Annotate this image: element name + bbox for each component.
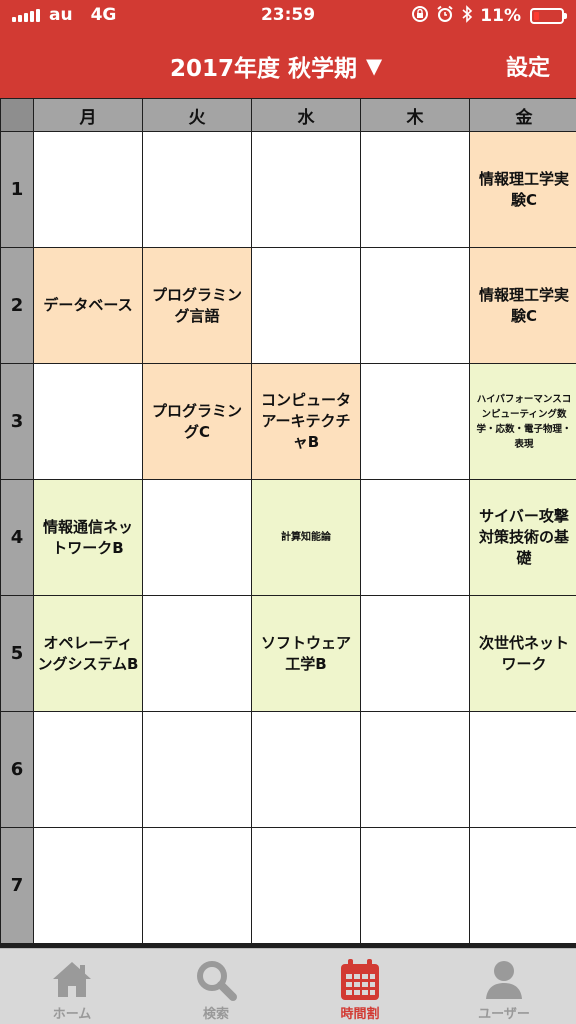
timetable-cell[interactable] — [143, 828, 251, 943]
settings-button[interactable]: 設定 — [506, 50, 550, 82]
timetable-cell[interactable] — [143, 712, 251, 827]
period-label: 4 — [1, 480, 33, 595]
tab-label: ホーム — [52, 1007, 92, 1022]
timetable-grid: 月 火 水 木 金 1 情報理工学実験C 2 データベース プログラミング言語 … — [0, 98, 576, 948]
timetable-cell[interactable] — [143, 596, 251, 711]
timetable-cell[interactable] — [361, 480, 469, 595]
period-label: 5 — [1, 596, 33, 711]
timetable-cell[interactable] — [470, 712, 576, 827]
course-cell[interactable]: 計算知能論 — [252, 480, 360, 595]
status-bar: au 4G 23:59 11% — [0, 0, 576, 32]
day-header: 火 — [143, 99, 251, 131]
tab-home[interactable]: ホーム — [0, 949, 144, 1024]
course-cell[interactable]: コンピュータアーキテクチャB — [252, 364, 360, 479]
period-label: 6 — [1, 712, 33, 827]
tab-label: 検索 — [202, 1007, 229, 1022]
period-label: 3 — [1, 364, 33, 479]
tab-label: ユーザー — [478, 1007, 530, 1022]
tab-bar: ホーム 検索 時間割 ユーザー — [0, 948, 576, 1024]
course-cell[interactable]: 情報理工学実験C — [470, 248, 576, 363]
tab-user[interactable]: ユーザー — [432, 949, 576, 1024]
course-cell[interactable]: プログラミングC — [143, 364, 251, 479]
day-header: 金 — [470, 99, 576, 131]
search-icon — [197, 961, 237, 1001]
timetable-cell[interactable] — [34, 364, 142, 479]
day-header: 月 — [34, 99, 142, 131]
course-cell[interactable]: ハイパフォーマンスコンピューティング数学・応数・電子物理・表現 — [470, 364, 576, 479]
timetable-cell[interactable] — [361, 364, 469, 479]
timetable-cell[interactable] — [34, 712, 142, 827]
timetable-cell[interactable] — [252, 828, 360, 943]
period-label: 2 — [1, 248, 33, 363]
period-label: 7 — [1, 828, 33, 943]
course-cell[interactable]: 情報通信ネットワークB — [34, 480, 142, 595]
bluetooth-icon — [461, 5, 473, 27]
timetable-cell[interactable] — [361, 248, 469, 363]
course-cell[interactable]: データベース — [34, 248, 142, 363]
timetable-cell[interactable] — [361, 132, 469, 247]
course-cell[interactable]: サイバー攻撃対策技術の基礎 — [470, 480, 576, 595]
calendar-icon — [341, 959, 379, 1000]
user-icon — [486, 961, 522, 999]
battery-percent: 11% — [480, 6, 521, 26]
timetable-cell[interactable] — [34, 828, 142, 943]
course-cell[interactable]: 次世代ネットワーク — [470, 596, 576, 711]
timetable-cell[interactable] — [470, 828, 576, 943]
home-icon — [53, 962, 91, 997]
timetable-cell[interactable] — [252, 712, 360, 827]
page-title: 2017年度 秋学期 — [170, 56, 358, 82]
alarm-icon — [436, 5, 454, 27]
timetable-cell[interactable] — [143, 132, 251, 247]
timetable-cell[interactable] — [143, 480, 251, 595]
period-label: 1 — [1, 132, 33, 247]
course-cell[interactable]: オペレーティングシステムB — [34, 596, 142, 711]
timetable-cell[interactable] — [361, 828, 469, 943]
dropdown-arrow-icon: ▼ — [366, 54, 383, 78]
day-header: 木 — [361, 99, 469, 131]
course-cell[interactable]: ソフトウェア工学B — [252, 596, 360, 711]
tab-timetable[interactable]: 時間割 — [288, 949, 432, 1024]
tab-search[interactable]: 検索 — [144, 949, 288, 1024]
timetable-cell[interactable] — [361, 712, 469, 827]
grid-corner — [1, 99, 33, 131]
day-header: 水 — [252, 99, 360, 131]
term-selector[interactable]: 2017年度 秋学期 ▼ — [170, 49, 382, 83]
tab-label: 時間割 — [340, 1007, 380, 1022]
top-bar: au 4G 23:59 11% 2017年度 秋学期 ▼ 設定 — [0, 0, 576, 98]
lock-rotation-icon — [411, 5, 429, 27]
timetable-cell[interactable] — [34, 132, 142, 247]
battery-icon — [530, 8, 567, 24]
timetable-cell[interactable] — [252, 132, 360, 247]
timetable-cell[interactable] — [361, 596, 469, 711]
timetable-cell[interactable] — [252, 248, 360, 363]
course-cell[interactable]: プログラミング言語 — [143, 248, 251, 363]
course-cell[interactable]: 情報理工学実験C — [470, 132, 576, 247]
